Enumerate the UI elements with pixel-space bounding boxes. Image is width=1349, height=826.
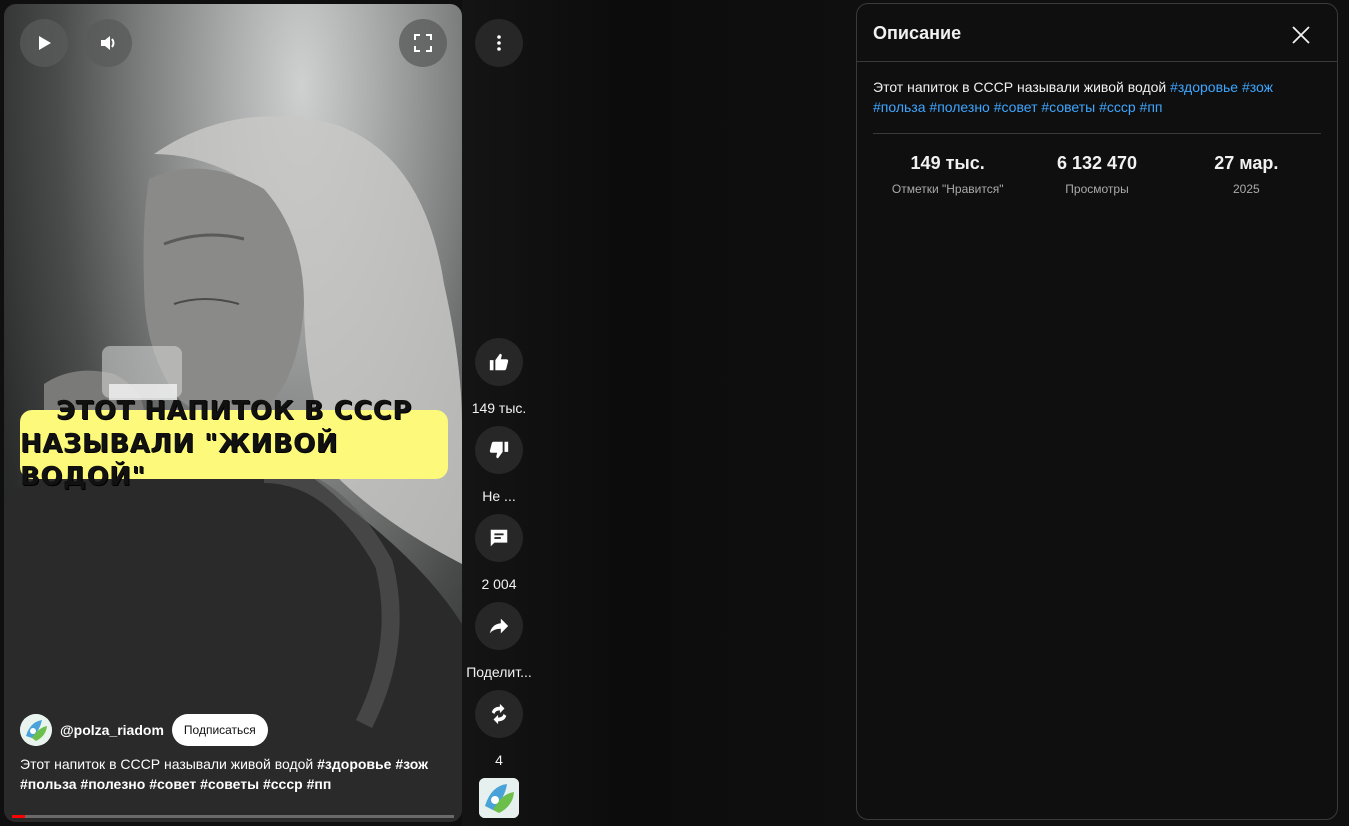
stat-views: 6 132 470 Просмотры xyxy=(1022,153,1171,196)
thumb-down-icon xyxy=(489,441,509,459)
comments-count: 2 004 xyxy=(481,576,517,592)
stat-label: 2025 xyxy=(1232,182,1260,196)
more-vert-icon xyxy=(497,35,501,51)
hashtag-link[interactable]: #ссср xyxy=(1099,99,1136,115)
video-stats: 149 тыс. Отметки "Нравится" 6 132 470 Пр… xyxy=(873,153,1321,196)
channel-logo-icon xyxy=(20,714,52,746)
play-icon xyxy=(39,36,51,50)
hashtag[interactable]: #совет xyxy=(149,776,196,792)
hashtag-link[interactable]: #полезно xyxy=(929,99,989,115)
hashtag-link[interactable]: #советы xyxy=(1041,99,1095,115)
comments-button[interactable] xyxy=(475,514,523,562)
more-options-button[interactable] xyxy=(475,19,523,67)
hashtag-link[interactable]: #здоровье xyxy=(1170,79,1238,95)
hashtag-link[interactable]: #зож xyxy=(1242,79,1273,95)
hashtag[interactable]: #польза xyxy=(20,776,77,792)
remix-count: 4 xyxy=(495,752,503,768)
hashtag[interactable]: #здоровье xyxy=(317,756,391,772)
panel-title: Описание xyxy=(873,23,962,43)
panel-description-text: Этот напиток в СССР называли живой водой xyxy=(873,79,1167,95)
video-description-text: Этот напиток в СССР называли живой водой xyxy=(20,756,314,772)
dislike-action: Не ... xyxy=(463,426,535,504)
subscribe-button[interactable]: Подписаться xyxy=(171,714,268,746)
video-player[interactable]: ЭТОТ НАПИТОК В СССР НАЗЫВАЛИ "ЖИВОЙ ВОДО… xyxy=(4,4,462,822)
like-action: 149 тыс. xyxy=(463,338,535,416)
dislike-button[interactable] xyxy=(475,426,523,474)
channel-logo-icon xyxy=(479,778,519,818)
channel-thumbnail[interactable] xyxy=(479,778,519,818)
dislike-label: Не ... xyxy=(482,488,516,504)
share-label: Поделит... xyxy=(466,664,532,680)
channel-row: @polza_riadom Подписаться xyxy=(20,714,268,746)
video-description[interactable]: Этот напиток в СССР называли живой водой… xyxy=(20,754,440,794)
fullscreen-button[interactable] xyxy=(399,19,447,67)
stat-value: 149 тыс. xyxy=(910,153,985,173)
share-button[interactable] xyxy=(475,602,523,650)
stat-label: Отметки "Нравится" xyxy=(891,182,1004,196)
stat-label: Просмотры xyxy=(1065,182,1129,196)
like-count: 149 тыс. xyxy=(471,400,527,416)
more-options xyxy=(463,19,535,67)
volume-icon xyxy=(101,36,115,50)
stat-value: 27 мар. xyxy=(1214,153,1279,173)
close-button[interactable] xyxy=(1281,15,1321,55)
remix-button[interactable] xyxy=(475,690,523,738)
hashtag[interactable]: #пп xyxy=(307,776,332,792)
divider xyxy=(873,133,1321,134)
hashtag-link[interactable]: #совет xyxy=(994,99,1038,115)
caption-line-2: НАЗЫВАЛИ "ЖИВОЙ ВОДОЙ" xyxy=(20,429,338,492)
channel-handle[interactable]: @polza_riadom xyxy=(60,722,164,738)
panel-description: Этот напиток в СССР называли живой водой… xyxy=(873,77,1313,117)
share-action: Поделит... xyxy=(463,602,535,680)
hashtag[interactable]: #ссср xyxy=(263,776,303,792)
like-button[interactable] xyxy=(475,338,523,386)
panel-header: Описание xyxy=(857,4,1337,62)
hashtag-link[interactable]: #польза xyxy=(873,99,926,115)
remix-action: 4 xyxy=(463,690,535,768)
stat-date: 27 мар. 2025 xyxy=(1172,153,1321,196)
fullscreen-icon xyxy=(414,34,432,52)
thumb-up-icon xyxy=(489,353,509,371)
close-icon xyxy=(1292,26,1310,44)
stat-value: 6 132 470 xyxy=(1056,153,1138,173)
comments-action: 2 004 xyxy=(463,514,535,592)
stat-likes: 149 тыс. Отметки "Нравится" xyxy=(873,153,1022,196)
channel-avatar[interactable] xyxy=(20,714,52,746)
hashtag[interactable]: #советы xyxy=(200,776,259,792)
remix-icon xyxy=(491,703,507,725)
hashtag[interactable]: #зож xyxy=(395,756,428,772)
video-caption-overlay: ЭТОТ НАПИТОК В СССР НАЗЫВАЛИ "ЖИВОЙ ВОДО… xyxy=(20,396,448,492)
progress-bar[interactable] xyxy=(12,815,454,818)
caption-line-1: ЭТОТ НАПИТОК В СССР xyxy=(56,396,412,426)
share-icon xyxy=(489,618,509,634)
mute-button[interactable] xyxy=(84,19,132,67)
progress-fill xyxy=(12,815,26,818)
play-button[interactable] xyxy=(20,19,68,67)
hashtag-link[interactable]: #пп xyxy=(1140,99,1163,115)
description-panel: Описание Этот напиток в СССР называли жи… xyxy=(856,3,1338,820)
hashtag[interactable]: #полезно xyxy=(80,776,145,792)
comment-icon xyxy=(490,529,508,547)
